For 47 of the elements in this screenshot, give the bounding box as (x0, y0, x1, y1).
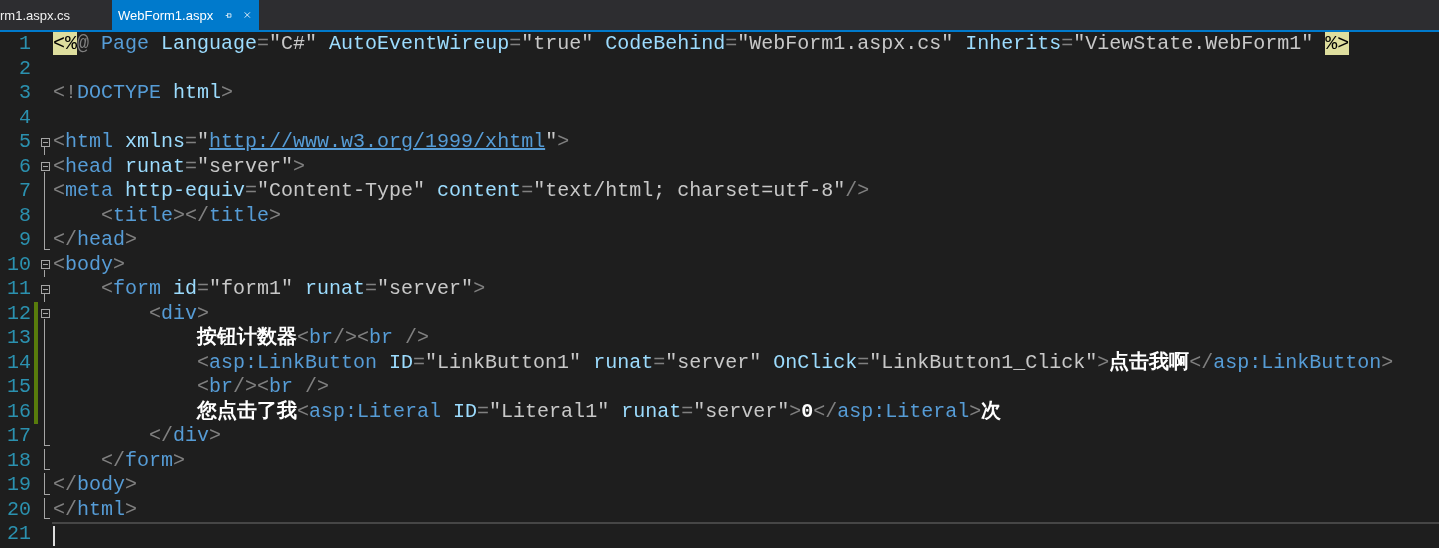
line-number: 5 (18, 130, 31, 155)
line-number: 17 (6, 424, 31, 449)
line-number: 11 (6, 277, 31, 302)
line-number: 20 (6, 497, 31, 522)
code-line: </html> (53, 497, 138, 521)
code-line: <title></title> (100, 203, 282, 227)
close-icon[interactable] (244, 10, 251, 20)
collapse-icon[interactable] (40, 309, 50, 319)
code-line: <html xmlns="http://www.w3.org/1999/xhtml"> (53, 130, 570, 153)
code-line: </form> (100, 448, 186, 472)
line-number: 6 (18, 154, 31, 179)
editor-tab[interactable]: WebForm1.aspx (112, 0, 259, 30)
line-number: 19 (6, 473, 31, 498)
line-number: 12 (6, 301, 31, 326)
code-line: <br/><br /> (196, 375, 330, 398)
code-line: </body> (53, 473, 138, 496)
editor-tab[interactable]: rm1.aspx.cs (0, 0, 112, 30)
line-number: 9 (18, 228, 31, 253)
code-line: </head> (53, 228, 138, 251)
line-number: 3 (18, 81, 31, 106)
code-line: <div> (148, 301, 210, 325)
code-line: <meta http-equiv="Content-Type" content="text/html; charset=utf-8"/> (53, 179, 870, 202)
code-line: <head runat="server"> (53, 154, 306, 178)
line-number: 14 (6, 350, 31, 375)
code-line: 您点击了我<asp:Literal ID="Literal1" runat="server">0</asp:Literal>次 (195, 399, 1002, 423)
line-number: 8 (18, 203, 31, 228)
line-number: 13 (6, 326, 31, 351)
code-line: </div> (148, 424, 222, 447)
code-line: <form id="form1" runat="server"> (100, 277, 486, 300)
text-cursor (53, 526, 55, 546)
code-line: <!DOCTYPE html> (53, 81, 234, 104)
code-line: 按钮计数器<br/><br /> (195, 326, 430, 349)
collapse-icon[interactable] (40, 137, 50, 147)
line-number: 16 (6, 399, 31, 424)
line-number: 2 (18, 56, 31, 81)
line-number: 4 (18, 105, 31, 130)
line-number: 1 (18, 32, 31, 57)
line-number: 21 (6, 522, 31, 547)
code-line: <body> (53, 252, 126, 276)
collapse-icon[interactable] (40, 260, 50, 270)
code-line: <asp:LinkButton ID="LinkButton1" runat="server" OnClick="LinkButton1_Click">点击我啊</asp:LinkButton> (196, 350, 1394, 374)
collapse-icon[interactable] (40, 284, 50, 294)
collapse-icon[interactable] (40, 162, 50, 172)
line-number: 18 (6, 448, 31, 473)
line-number: 10 (6, 252, 31, 277)
line-number: 15 (6, 375, 31, 400)
line-number: 7 (18, 179, 31, 204)
